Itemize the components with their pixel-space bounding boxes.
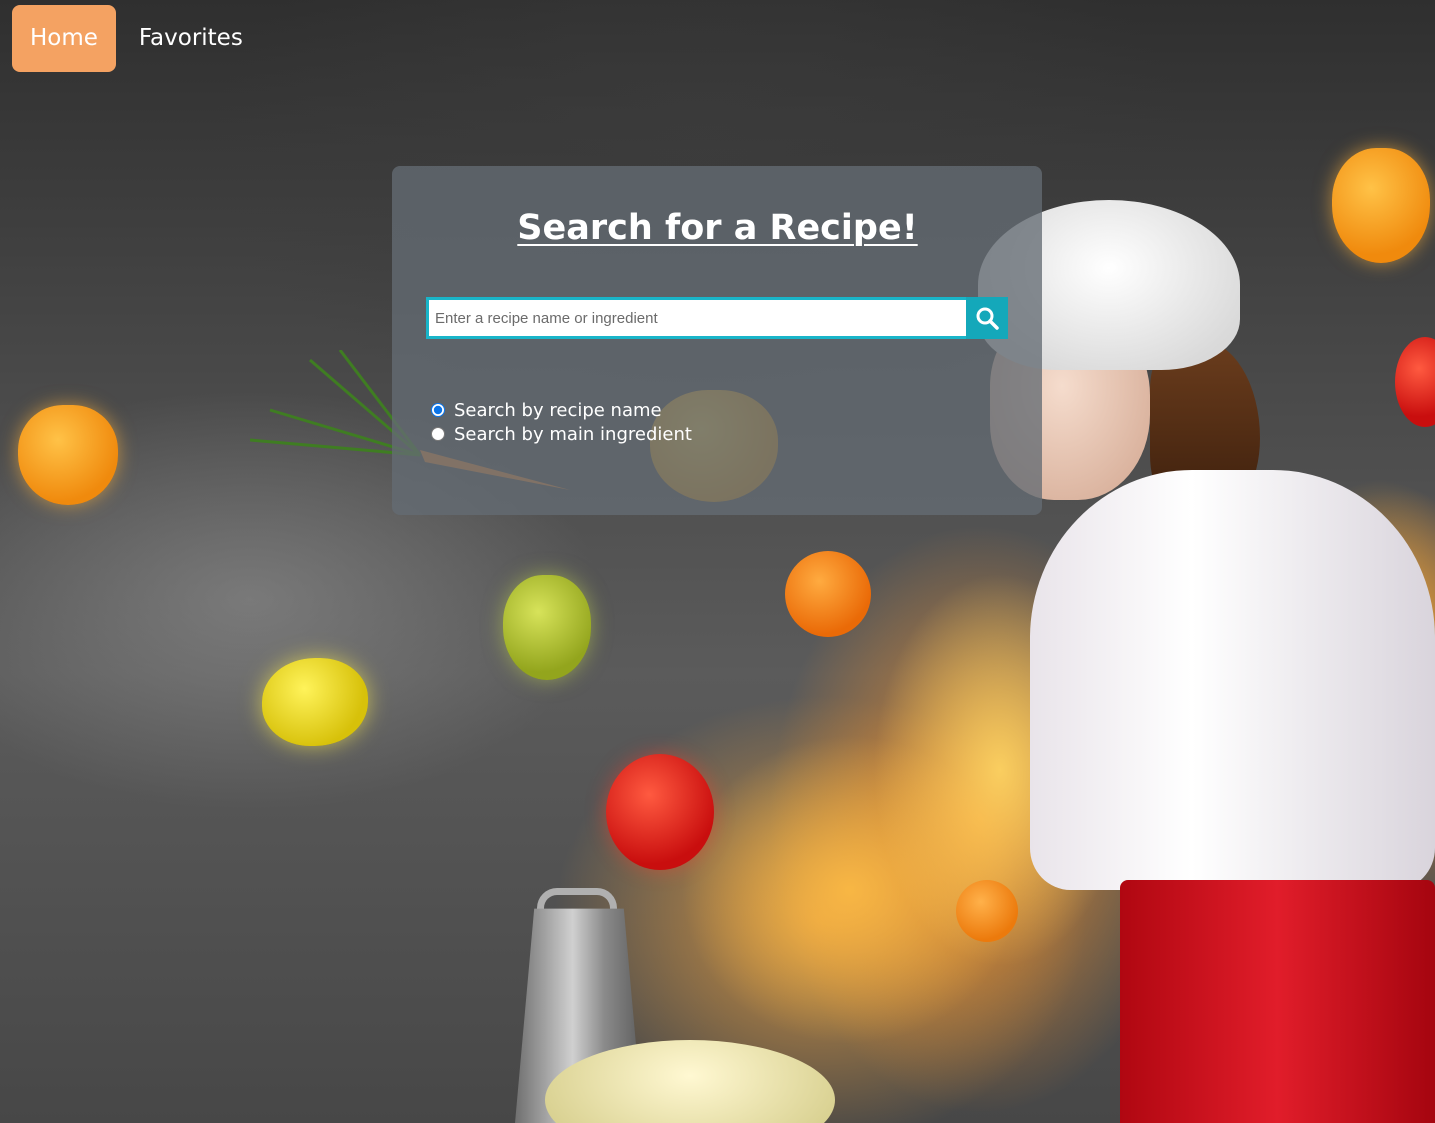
top-nav: Home Favorites [12,5,261,72]
search-by-ingredient-option[interactable]: Search by main ingredient [430,422,692,446]
search-button[interactable] [966,297,1008,339]
tomato-decoration [956,880,1018,942]
yellow-pepper-decoration [262,658,368,746]
page-title: Search for a Recipe! [517,208,918,248]
tomato-decoration [606,754,714,870]
nav-home-link[interactable]: Home [12,5,116,72]
page: Home Favorites Search for a Recipe! Sear… [0,0,1435,1123]
search-by-recipe-label: Search by recipe name [454,399,662,421]
search-by-ingredient-label: Search by main ingredient [454,423,692,445]
green-pepper-decoration [503,575,591,680]
search-by-ingredient-radio[interactable] [431,427,445,441]
orange-pepper-decoration [18,405,118,505]
tomato-decoration [785,551,871,637]
chef-apron-decoration [1120,880,1435,1123]
search-by-recipe-option[interactable]: Search by recipe name [430,398,692,422]
search-by-recipe-radio[interactable] [431,403,445,417]
search-mode-options: Search by recipe name Search by main ing… [430,398,692,446]
search-input[interactable] [426,297,966,339]
nav-favorites-link[interactable]: Favorites [121,5,261,72]
search-bar [426,297,1008,339]
search-icon [976,307,999,330]
tomato-decoration [1395,337,1435,427]
chef-body-decoration [1030,470,1435,890]
